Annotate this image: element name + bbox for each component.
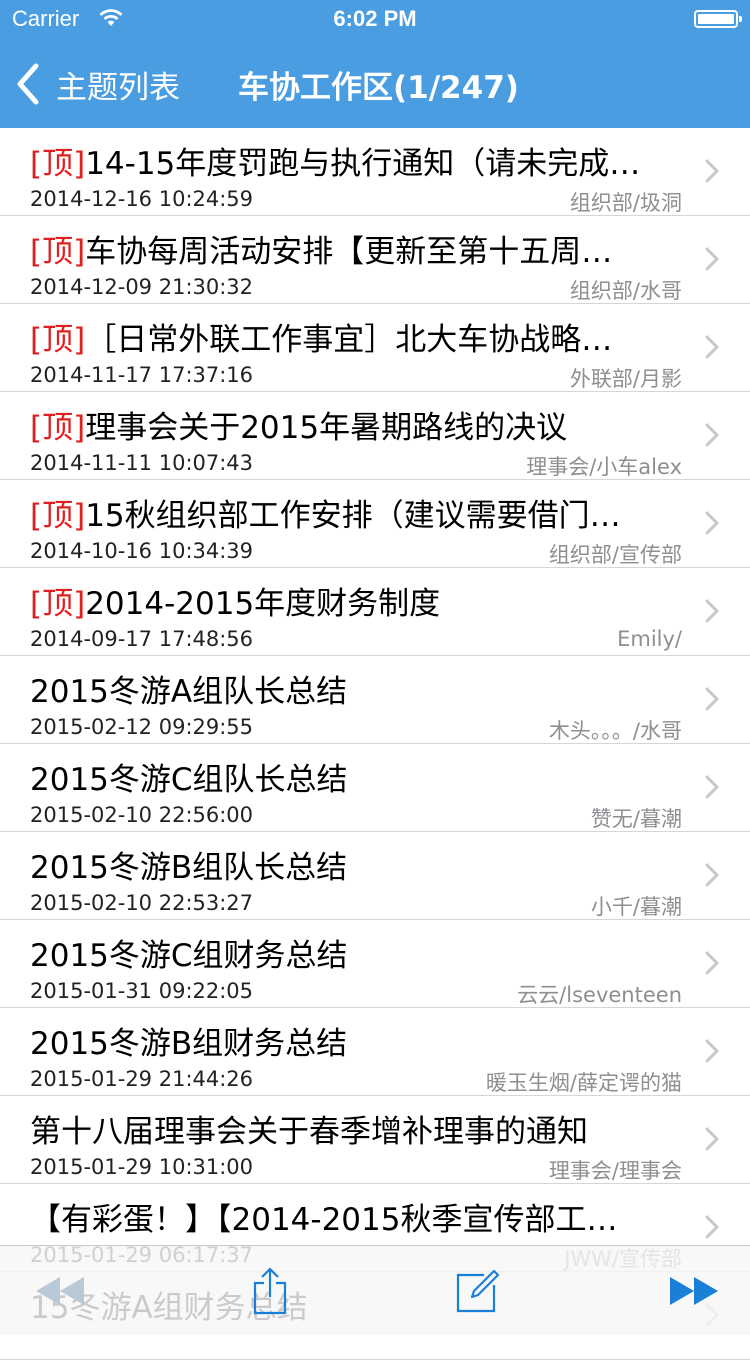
topic-title-text: 2015冬游B组财务总结: [30, 1026, 348, 1062]
topic-row[interactable]: [顶]14-15年度罚跑与执行通知（请未完成… 2014-12-16 10:24:…: [0, 128, 750, 216]
topic-author: 理事会/理事会: [548, 1159, 682, 1183]
next-page-button[interactable]: [652, 1246, 736, 1335]
topic-title: [顶]2014-2015年度财务制度: [30, 584, 684, 624]
chevron-right-icon: [705, 159, 719, 183]
topic-author: 组织部/水哥: [569, 279, 682, 303]
chevron-right-icon: [705, 951, 719, 975]
battery-icon: [694, 10, 742, 28]
topic-row[interactable]: [顶]理事会关于2015年暑期路线的决议 2014-11-11 10:07:43 理…: [0, 392, 750, 480]
topic-title: 2015冬游C组财务总结: [30, 936, 684, 976]
topic-title: 第十八届理事会关于春季增补理事的通知: [30, 1112, 684, 1152]
topic-title: [顶]车协每周活动安排【更新至第十五周…: [30, 232, 684, 272]
topic-date: 2014-11-11 10:07:43: [30, 451, 254, 475]
pinned-tag: [顶]: [30, 410, 86, 446]
topic-author: 赞无/暮潮: [590, 807, 682, 831]
topic-date: 2015-01-29 10:31:00: [30, 1155, 254, 1179]
topic-title-text: 2015冬游B组队长总结: [30, 850, 348, 886]
rewind-icon: [36, 1276, 84, 1305]
topic-title: 2015冬游A组队长总结: [30, 672, 684, 712]
chevron-right-icon: [705, 1127, 719, 1151]
topic-date: 2015-01-31 09:22:05: [30, 979, 254, 1003]
bottom-toolbar: [0, 1245, 750, 1335]
topic-title-text: 2015冬游C组财务总结: [30, 938, 348, 974]
topic-title: [顶]15秋组织部工作安排（建议需要借门…: [30, 496, 684, 536]
chevron-left-icon: [17, 63, 39, 105]
share-icon: [253, 1266, 287, 1314]
topic-title-text: 第十八届理事会关于春季增补理事的通知: [30, 1114, 588, 1150]
topic-row[interactable]: [顶]2014-2015年度财务制度 2014-09-17 17:48:56 Emi…: [0, 568, 750, 656]
chevron-right-icon: [705, 687, 719, 711]
topic-date: 2015-01-29 21:44:26: [30, 1067, 254, 1091]
topic-date: 2014-10-16 10:34:39: [30, 539, 254, 563]
topic-title-text: 2015冬游A组队长总结: [30, 674, 348, 710]
pinned-tag: [顶]: [30, 146, 86, 182]
topic-author: Emily/: [617, 627, 682, 651]
topic-title-text: 15秋组织部工作安排（建议需要借门…: [85, 498, 621, 534]
topic-title-text: 车协每周活动安排【更新至第十五周…: [85, 234, 613, 270]
chevron-right-icon: [705, 511, 719, 535]
navigation-bar: Carrier 6:02 PM 主题列表 车协工作区(1/247): [0, 0, 750, 128]
topic-date: 2014-11-17 17:37:16: [30, 363, 254, 387]
topic-title-text: 2014-2015年度财务制度: [85, 586, 441, 622]
fast-forward-icon: [670, 1276, 718, 1305]
topic-title-text: 理事会关于2015年暑期路线的决议: [85, 410, 568, 446]
pinned-tag: [顶]: [30, 234, 86, 270]
topic-title: 【有彩蛋！】【2014-2015秋季宣传部工…: [30, 1200, 684, 1240]
topic-title-text: 2015冬游C组队长总结: [30, 762, 348, 798]
back-button[interactable]: 主题列表: [14, 60, 180, 108]
chevron-right-icon: [705, 423, 719, 447]
topic-row[interactable]: [顶]15秋组织部工作安排（建议需要借门… 2014-10-16 10:34:39…: [0, 480, 750, 568]
back-button-label: 主题列表: [56, 69, 180, 106]
chevron-right-icon: [705, 863, 719, 887]
topic-date: 2015-02-10 22:53:27: [30, 891, 254, 915]
topic-title: 2015冬游B组财务总结: [30, 1024, 684, 1064]
topic-row[interactable]: 第十八届理事会关于春季增补理事的通知 2015-01-29 10:31:00 理事会…: [0, 1096, 750, 1184]
topic-row[interactable]: 2015冬游B组队长总结 2015-02-10 22:53:27 小千/暮潮: [0, 832, 750, 920]
topic-title-text: 【有彩蛋！】【2014-2015秋季宣传部工…: [30, 1202, 618, 1238]
topic-date: 2015-02-12 09:29:55: [30, 715, 254, 739]
compose-icon: [456, 1269, 500, 1312]
topic-list: [顶]14-15年度罚跑与执行通知（请未完成… 2014-12-16 10:24:…: [0, 128, 750, 1360]
chevron-right-icon: [705, 335, 719, 359]
topic-author: 理事会/小车alex: [526, 455, 682, 479]
topic-row[interactable]: [顶]车协每周活动安排【更新至第十五周… 2014-12-09 21:30:32 组…: [0, 216, 750, 304]
chevron-right-icon: [705, 247, 719, 271]
topic-row[interactable]: [顶]［日常外联工作事宜］北大车协战略… 2014-11-17 17:37:16 外…: [0, 304, 750, 392]
topic-date: 2014-12-16 10:24:59: [30, 187, 254, 211]
status-bar: Carrier 6:02 PM: [0, 0, 750, 40]
topic-row[interactable]: 2015冬游C组队长总结 2015-02-10 22:56:00 赞无/暮潮: [0, 744, 750, 832]
topic-title: [顶]［日常外联工作事宜］北大车协战略…: [30, 320, 684, 360]
share-button[interactable]: [230, 1246, 310, 1335]
topic-row[interactable]: 2015冬游A组队长总结 2015-02-12 09:29:55 木头。。。/水哥: [0, 656, 750, 744]
topic-author: 小千/暮潮: [590, 895, 682, 919]
topic-date: 2014-09-17 17:48:56: [30, 627, 254, 651]
chevron-right-icon: [705, 775, 719, 799]
chevron-right-icon: [705, 599, 719, 623]
topic-author: 木头。。。/水哥: [548, 719, 682, 743]
topic-title-text: ［日常外联工作事宜］北大车协战略…: [85, 322, 613, 358]
chevron-right-icon: [705, 1215, 719, 1239]
pinned-tag: [顶]: [30, 498, 86, 534]
topic-author: 组织部/圾洞: [569, 191, 682, 215]
topic-title: 2015冬游B组队长总结: [30, 848, 684, 888]
topic-title-text: 14-15年度罚跑与执行通知（请未完成…: [85, 146, 641, 182]
topic-title: [顶]14-15年度罚跑与执行通知（请未完成…: [30, 144, 684, 184]
topic-author: 组织部/宣传部: [548, 543, 682, 567]
topic-title: [顶]理事会关于2015年暑期路线的决议: [30, 408, 684, 448]
topic-author: 云云/lseventeen: [517, 983, 682, 1007]
chevron-right-icon: [705, 1039, 719, 1063]
topic-row[interactable]: 2015冬游C组财务总结 2015-01-31 09:22:05 云云/lseven…: [0, 920, 750, 1008]
topic-author: 外联部/月影: [569, 367, 682, 391]
topic-row[interactable]: 2015冬游B组财务总结 2015-01-29 21:44:26 暖玉生烟/薛定谔的…: [0, 1008, 750, 1096]
pinned-tag: [顶]: [30, 322, 86, 358]
topic-title: 2015冬游C组队长总结: [30, 760, 684, 800]
previous-page-button[interactable]: [20, 1246, 100, 1335]
compose-button[interactable]: [438, 1246, 518, 1335]
page-title: 车协工作区(1/247): [238, 70, 519, 106]
status-time: 6:02 PM: [333, 6, 417, 31]
topic-date: 2015-02-10 22:56:00: [30, 803, 254, 827]
topic-date: 2014-12-09 21:30:32: [30, 275, 254, 299]
topic-author: 暖玉生烟/薛定谔的猫: [485, 1071, 682, 1095]
pinned-tag: [顶]: [30, 586, 86, 622]
